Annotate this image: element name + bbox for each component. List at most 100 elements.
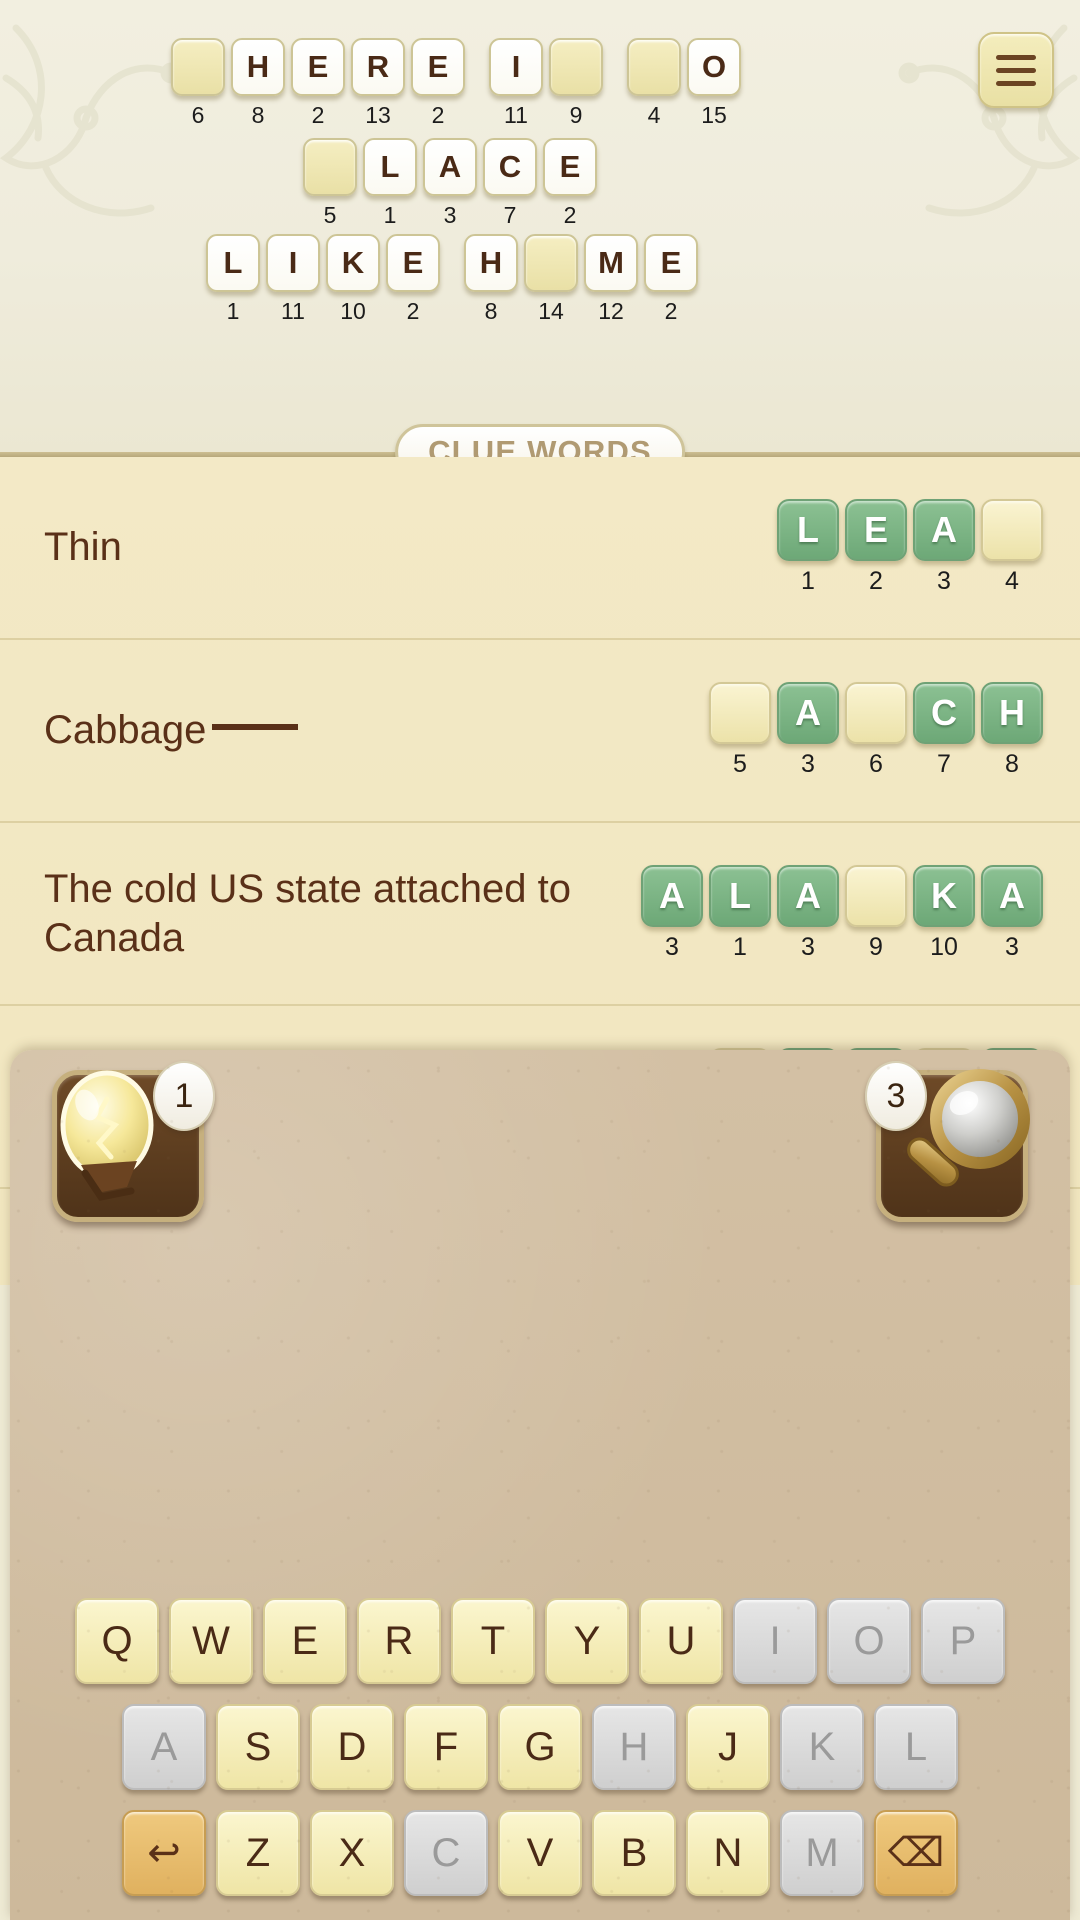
keyboard-row: ASDFGHJKL <box>122 1704 958 1790</box>
key-i[interactable]: I <box>733 1598 817 1684</box>
clue-tile-number: 10 <box>930 933 958 961</box>
puzzle-tile-filled[interactable]: L1 <box>363 138 417 229</box>
puzzle-tile-empty[interactable]: 9 <box>549 38 603 129</box>
tile-number: 6 <box>191 102 205 128</box>
clue-tile-number: 1 <box>801 567 815 595</box>
key-z[interactable]: Z <box>216 1810 300 1896</box>
puzzle-word-row: L 1 I 11 K 10 E 2 H 8 14 M 12 E 2 <box>203 234 701 325</box>
key-q[interactable]: Q <box>75 1598 159 1684</box>
puzzle-tile-empty[interactable]: 4 <box>627 38 681 129</box>
clue-tile-letter <box>845 682 907 744</box>
puzzle-tile-filled[interactable]: I 11 <box>266 234 320 325</box>
puzzle-tile-filled[interactable]: M 12 <box>584 234 638 325</box>
key-f[interactable]: F <box>404 1704 488 1790</box>
key-e[interactable]: E <box>263 1598 347 1684</box>
key-a[interactable]: A <box>122 1704 206 1790</box>
tile-letter: I <box>266 234 320 292</box>
puzzle-word-row: 6 H 8 E 2 R 13 E 2 I 11 9 4 O 15 <box>168 38 744 129</box>
clue-row[interactable]: The cold US state attached to Canada A 3 L 1… <box>0 823 1080 1006</box>
key-g[interactable]: G <box>498 1704 582 1790</box>
clue-tile-number: 3 <box>665 933 679 961</box>
reveal-magnifier-button[interactable]: 3 <box>865 1061 1030 1222</box>
clue-tile-solved[interactable]: A3 <box>777 865 839 962</box>
tile-letter: H <box>231 38 285 96</box>
puzzle-word: 6 H 8 E 2 R 13 E 2 <box>168 38 468 129</box>
key-w[interactable]: W <box>169 1598 253 1684</box>
clue-tile-number: 9 <box>869 933 883 961</box>
puzzle-tile-filled[interactable]: E2 <box>411 38 465 129</box>
puzzle-tile-filled[interactable]: I 11 <box>489 38 543 129</box>
clue-tile-solved[interactable]: A3 <box>777 682 839 779</box>
tile-number: 2 <box>563 202 577 228</box>
puzzle-tile-filled[interactable]: H8 <box>464 234 518 325</box>
key-r[interactable]: R <box>357 1598 441 1684</box>
key-t[interactable]: T <box>451 1598 535 1684</box>
puzzle-word: 5L1A3C7E2 <box>300 138 600 229</box>
clue-tile-solved[interactable]: E2 <box>845 499 907 596</box>
clue-tile-empty[interactable]: 9 <box>845 865 907 962</box>
clue-tile-solved[interactable]: L1 <box>777 499 839 596</box>
key-y[interactable]: Y <box>545 1598 629 1684</box>
key-o[interactable]: O <box>827 1598 911 1684</box>
tile-letter: E <box>644 234 698 292</box>
hint-bulb-button[interactable]: 1 <box>52 1061 215 1222</box>
tile-letter: E <box>291 38 345 96</box>
clue-tile-empty[interactable]: 6 <box>845 682 907 779</box>
clue-blank <box>212 723 299 730</box>
puzzle-tile-filled[interactable]: H8 <box>231 38 285 129</box>
puzzle-tile-filled[interactable]: C7 <box>483 138 537 229</box>
puzzle-tile-empty[interactable]: 14 <box>524 234 578 325</box>
tile-letter: O <box>687 38 741 96</box>
clue-row[interactable]: Cabbage 5 A 3 6 C 7 H 8 <box>0 640 1080 823</box>
clue-label: Thin <box>44 525 122 570</box>
puzzle-tile-filled[interactable]: L1 <box>206 234 260 325</box>
key-u[interactable]: U <box>639 1598 723 1684</box>
puzzle-board: 6 H 8 E 2 R 13 E 2 I 11 9 4 O 15 5L1A3C7E2 L 1 I 11 K 10 E 2 H… <box>0 0 1080 455</box>
key-n[interactable]: N <box>686 1810 770 1896</box>
puzzle-tile-filled[interactable]: E2 <box>291 38 345 129</box>
puzzle-tile-filled[interactable]: E2 <box>386 234 440 325</box>
clue-row[interactable]: Thin L 1 E 2 A 3 4 <box>0 457 1080 640</box>
hamburger-line <box>996 67 1036 73</box>
key-x[interactable]: X <box>310 1810 394 1896</box>
key-d[interactable]: D <box>310 1704 394 1790</box>
clue-tile-solved[interactable]: K 10 <box>913 865 975 962</box>
puzzle-word: H 8 14 M 12 E 2 <box>461 234 701 325</box>
keyboard-row: QWERTYUIOP <box>75 1598 1005 1684</box>
key-m[interactable]: M <box>780 1810 864 1896</box>
key-s[interactable]: S <box>216 1704 300 1790</box>
menu-button[interactable] <box>978 32 1054 108</box>
clue-tile-number: 5 <box>733 750 747 778</box>
puzzle-tile-filled[interactable]: R 13 <box>351 38 405 129</box>
tile-number: 7 <box>503 202 517 228</box>
clue-tile-solved[interactable]: A3 <box>641 865 703 962</box>
hamburger-line <box>996 80 1036 86</box>
clue-tile-solved[interactable]: A3 <box>981 865 1043 962</box>
clue-tile-solved[interactable]: A3 <box>913 499 975 596</box>
puzzle-tile-empty[interactable]: 5 <box>303 138 357 229</box>
puzzle-tile-filled[interactable]: K 10 <box>326 234 380 325</box>
puzzle-tile-filled[interactable]: E2 <box>543 138 597 229</box>
tile-letter: E <box>386 234 440 292</box>
clue-tile-empty[interactable]: 5 <box>709 682 771 779</box>
clue-tile-solved[interactable]: H8 <box>981 682 1043 779</box>
clue-tile-solved[interactable]: L1 <box>709 865 771 962</box>
key-v[interactable]: V <box>498 1810 582 1896</box>
key-j[interactable]: J <box>686 1704 770 1790</box>
key-p[interactable]: P <box>921 1598 1005 1684</box>
puzzle-tile-filled[interactable]: A3 <box>423 138 477 229</box>
key-k[interactable]: K <box>780 1704 864 1790</box>
clue-tile-solved[interactable]: C7 <box>913 682 975 779</box>
key-b[interactable]: B <box>592 1810 676 1896</box>
on-screen-keyboard[interactable]: Q W E R T Y U I O P A S D F G H J K L ↩ Z X C V B N M ⌫ <box>10 1598 1070 1896</box>
backspace-key[interactable]: ⌫ <box>874 1810 958 1896</box>
undo-key[interactable]: ↩ <box>122 1810 206 1896</box>
puzzle-tile-filled[interactable]: E2 <box>644 234 698 325</box>
key-h[interactable]: H <box>592 1704 676 1790</box>
puzzle-tile-empty[interactable]: 6 <box>171 38 225 129</box>
clue-tile-empty[interactable]: 4 <box>981 499 1043 596</box>
key-l[interactable]: L <box>874 1704 958 1790</box>
puzzle-tile-filled[interactable]: O 15 <box>687 38 741 129</box>
clue-tile-number: 3 <box>801 750 815 778</box>
key-c[interactable]: C <box>404 1810 488 1896</box>
